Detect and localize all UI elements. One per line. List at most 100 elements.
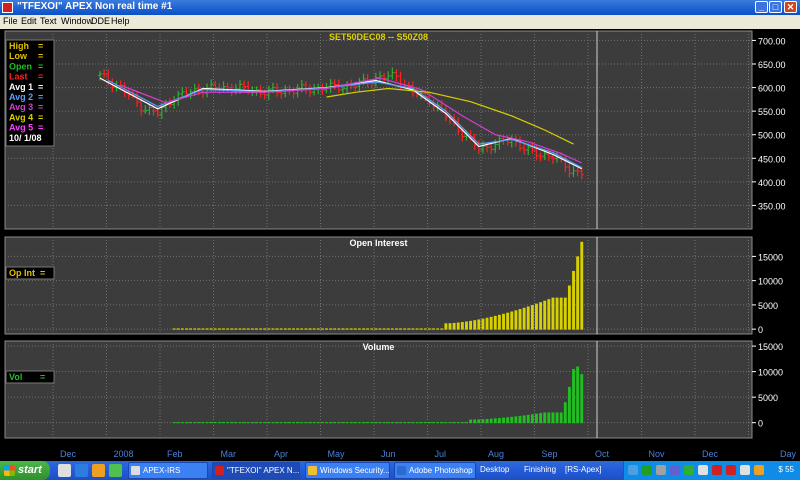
volume-bar [362,328,365,330]
volume-bar [522,307,526,330]
x-month-label: Nov [649,449,666,459]
tray-icon[interactable] [642,465,652,475]
volume-bar [386,328,390,330]
menu-edit[interactable]: Edit [21,16,37,26]
menu-file[interactable]: File [3,16,18,26]
task-windows-security[interactable]: Windows Security... [305,462,390,479]
volume-bar [242,328,246,330]
window-title: "TFEXOI" APEX Non real time #1 [17,1,173,12]
volume-bar [197,328,201,330]
menu-window[interactable]: Window [61,16,93,26]
volume-bar [432,328,435,330]
volume-bar [304,422,308,424]
volume-bar [308,328,312,330]
volume-bar [547,299,551,330]
y-tick-label: 450.00 [758,154,786,164]
volume-bar [382,422,386,424]
volume-bar [477,319,481,330]
volume-bar [427,328,431,330]
tray-icon[interactable] [684,465,694,475]
volume-bar [559,412,563,424]
volume-bar [205,422,209,424]
close-button[interactable]: ✕ [784,1,797,13]
menu-help[interactable]: Help [111,16,130,26]
volume-bar [357,422,361,424]
volume-bar [543,300,547,330]
volume-bar [547,412,551,424]
volume-bar [362,422,365,424]
task-apex-irs[interactable]: APEX-IRS [128,462,208,479]
legend-label: Avg 5 [9,123,33,133]
volume-bar [580,374,584,424]
volume-bar [292,422,295,424]
volume-bar [357,328,361,330]
volume-bar [329,422,333,424]
volume-bar [395,328,398,330]
quicklaunch-ie-icon[interactable] [75,464,88,477]
volume-bar [440,422,444,424]
volume-bar [345,422,349,424]
volume-bar [481,419,485,424]
volume-bar [366,328,370,330]
volume-bar [403,328,407,330]
x-month-label: Jun [381,449,396,459]
volume-bar [238,422,242,424]
legend-label: Avg 4 [9,112,33,122]
network-icon[interactable] [628,465,638,475]
media-icon[interactable] [698,465,708,475]
tray-icon[interactable] [670,465,680,475]
tray-icon[interactable] [740,465,750,475]
volume-bar [222,328,225,330]
tray-icon[interactable] [712,465,722,475]
quicklaunch-folder-icon[interactable] [92,464,105,477]
volume-bar [201,328,205,330]
volume-bar [415,328,419,330]
y-tick-label: 700.00 [758,36,786,46]
volume-bar [246,328,250,330]
x-month-label: Mar [221,449,237,459]
volume-bar [213,422,217,424]
volume-bar [423,422,427,424]
minimize-button[interactable]: _ [755,1,768,13]
y-tick-label: 0 [758,325,763,335]
volume-bar [279,422,283,424]
volume-bar [514,416,518,424]
volume-bar [209,422,213,424]
x-month-label: 2008 [114,449,134,459]
x-month-label: Dec [60,449,77,459]
toolbar-finishing[interactable]: Finishing [524,465,556,474]
toolbar-rs-apex[interactable]: [RS-Apex] [565,465,601,474]
menu-dde[interactable]: DDE [91,16,110,26]
panel-title: Volume [363,342,395,352]
volume-bar [250,328,254,330]
volume-bar [238,328,242,330]
clock: $ 55 [778,465,794,474]
volume-bar [399,328,403,330]
volume-bar [287,422,291,424]
volume-icon[interactable] [754,465,764,475]
maximize-button[interactable]: □ [769,1,782,13]
volume-bar [226,328,230,330]
tray-icon[interactable] [656,465,666,475]
task-photoshop[interactable]: Adobe Photoshop [394,462,476,479]
x-month-label: May [328,449,346,459]
task-tfexoi[interactable]: "TFEXOI" APEX N... [212,462,300,479]
app-icon [2,2,13,13]
volume-bar [489,316,493,330]
panel-title: Open Interest [349,238,407,248]
quicklaunch-desktop-icon[interactable] [58,464,71,477]
quicklaunch-media-icon[interactable] [109,464,122,477]
volume-bar [415,422,419,424]
legend-value: = [38,72,43,82]
volume-bar [296,422,300,424]
volume-bar [185,422,188,424]
legend-value: = [38,41,43,51]
volume-bar [390,328,394,330]
menu-text[interactable]: Text [40,16,57,26]
start-button[interactable]: start [0,461,50,480]
toolbar-desktop[interactable]: Desktop [480,465,509,474]
tray-icon[interactable] [726,465,736,475]
chart-canvas[interactable]: 350.00 400.00 450.00 500.00 550.00 600.00 650.… [0,29,800,461]
volume-bar [411,328,415,330]
volume-bar [267,328,271,330]
